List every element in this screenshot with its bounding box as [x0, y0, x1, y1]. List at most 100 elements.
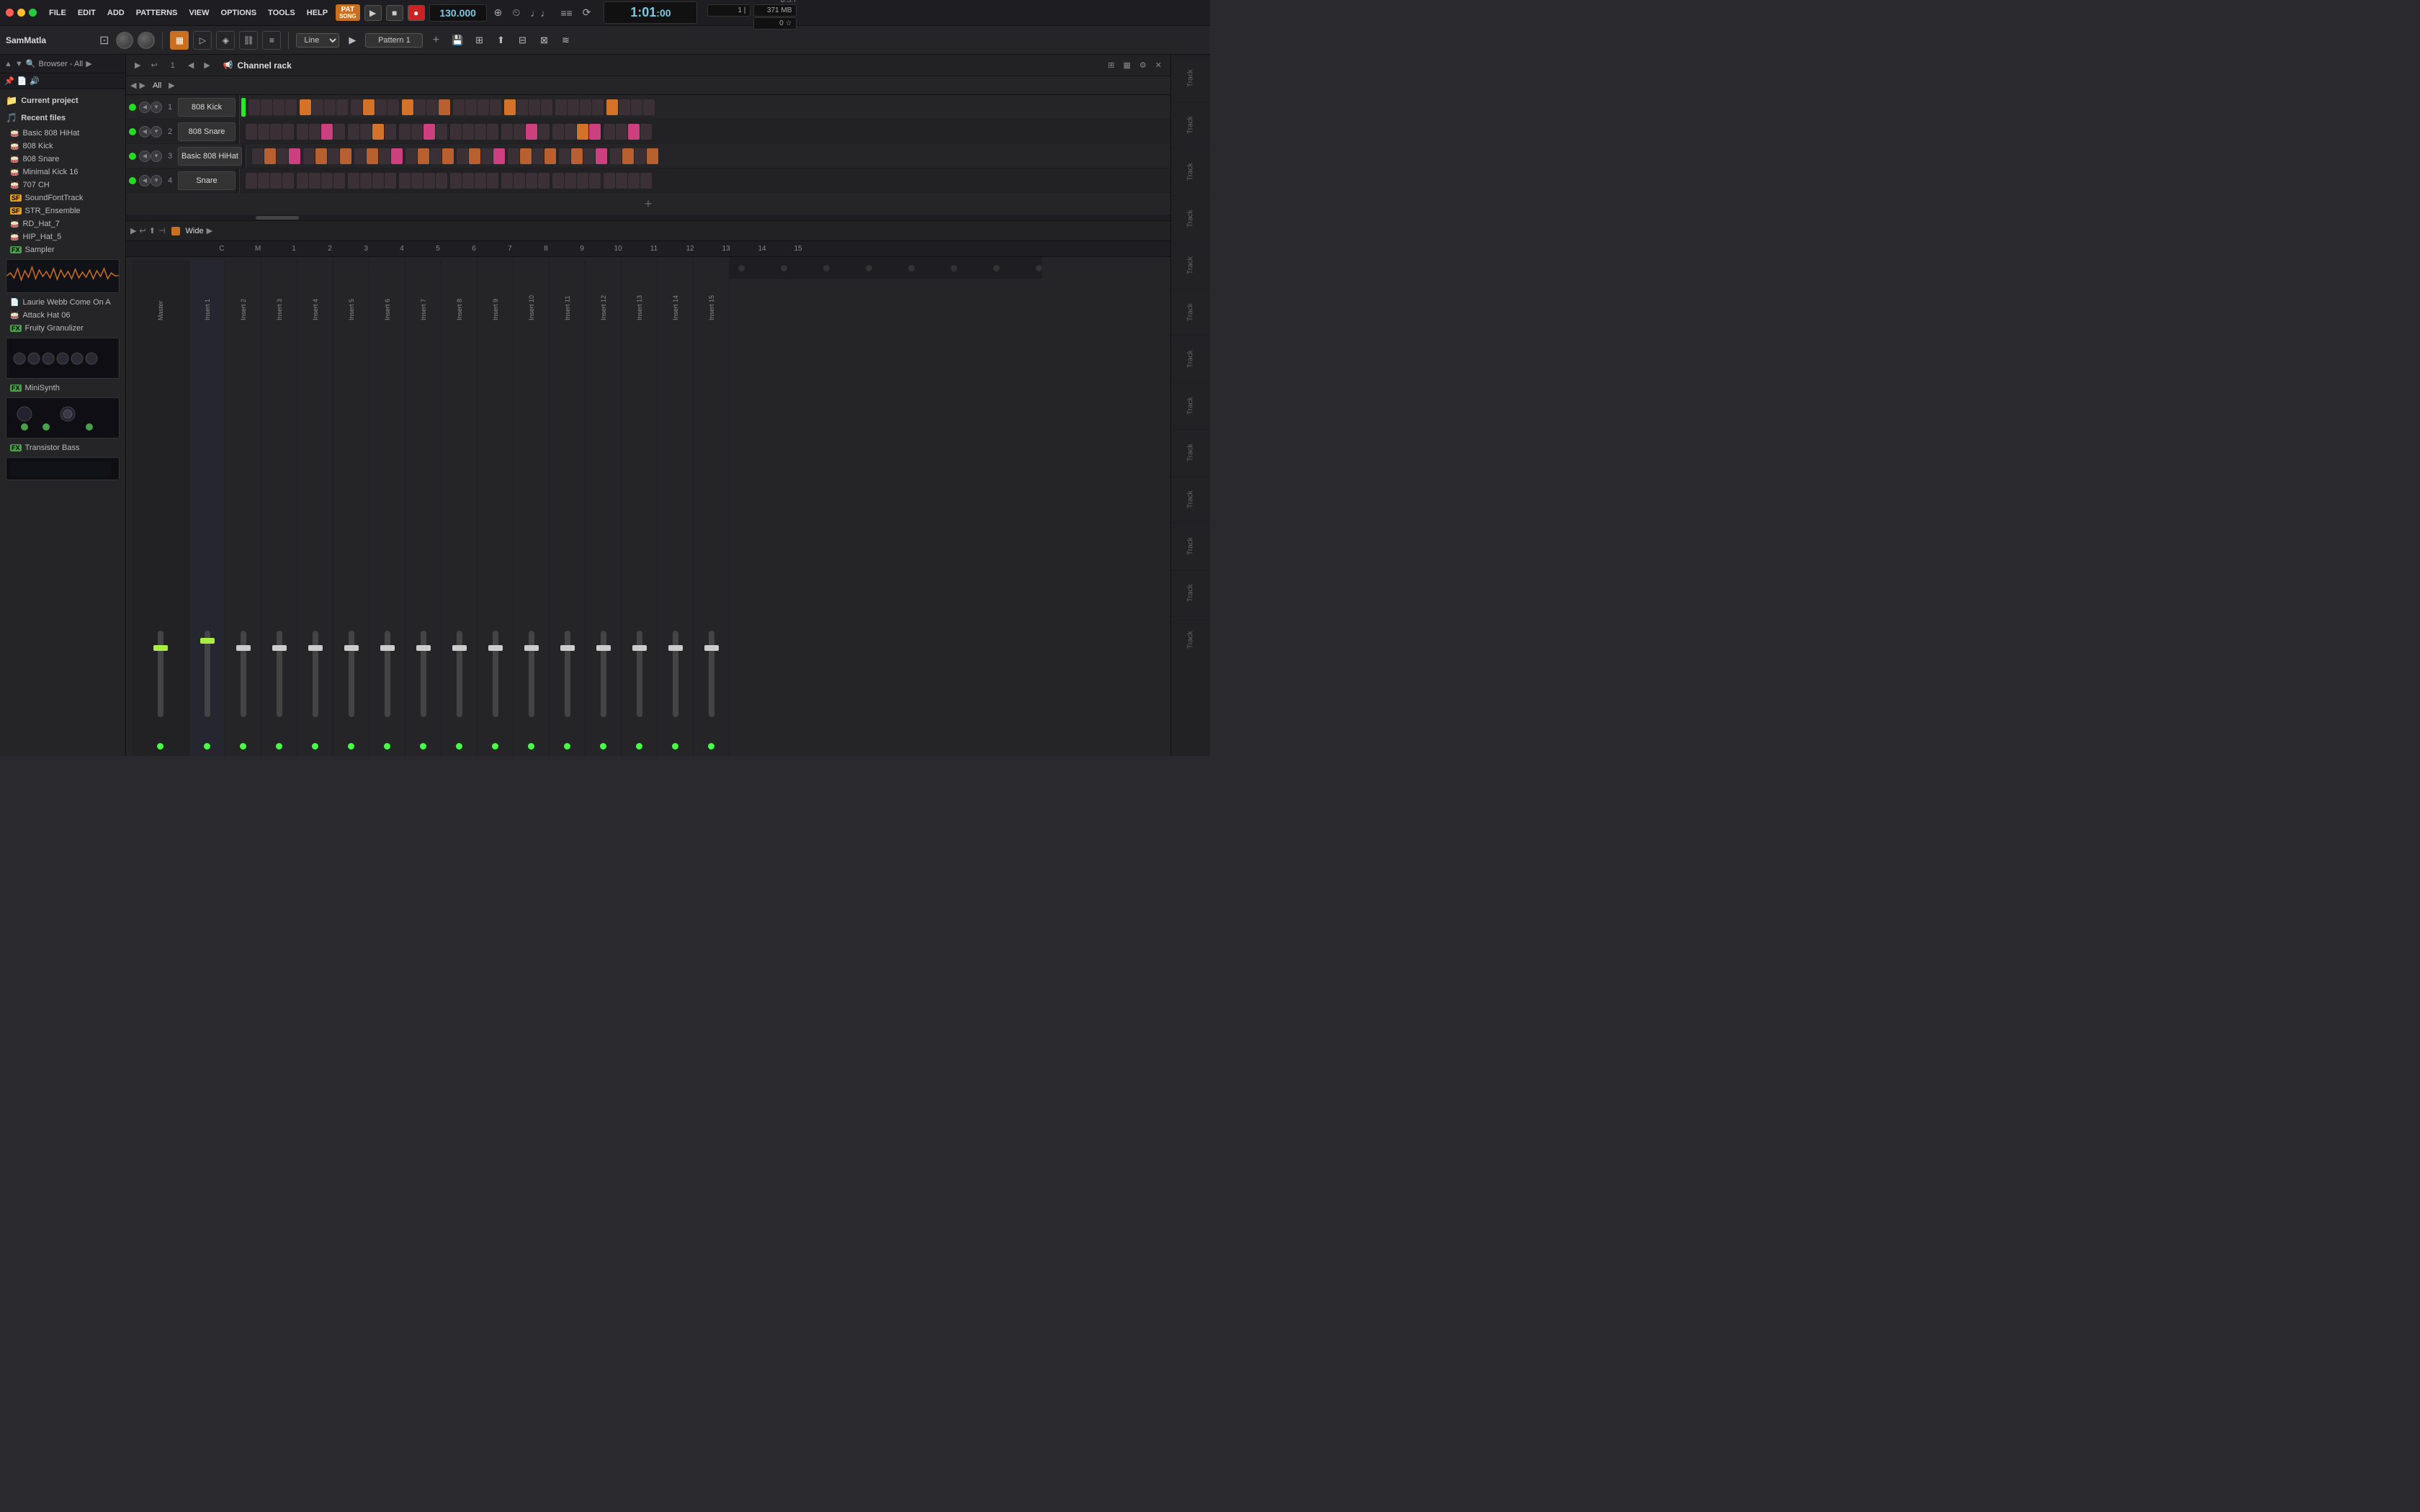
beat-button[interactable] [367, 148, 378, 164]
beat-button[interactable] [248, 99, 260, 115]
mixer-led[interactable] [564, 743, 570, 750]
lower-loop-button[interactable]: ↩ [139, 226, 145, 235]
split-icon[interactable]: ⊟ [514, 32, 531, 49]
file-icon[interactable]: 📄 [17, 76, 27, 86]
beat-button[interactable] [529, 99, 540, 115]
mixer-led-secondary[interactable] [823, 265, 830, 271]
beat-button[interactable] [360, 124, 372, 140]
fader-insert8[interactable] [457, 631, 462, 717]
current-project-item[interactable]: 📁 Current project [0, 92, 125, 109]
beat-button[interactable] [501, 124, 513, 140]
rack-grid-button[interactable]: ▦ [1121, 59, 1134, 71]
fader-insert4[interactable] [313, 631, 318, 717]
channel-solo-kick[interactable]: ▼ [151, 102, 162, 113]
beat-button[interactable] [616, 124, 627, 140]
rack-collapse-button[interactable]: ⊞ [1105, 59, 1117, 71]
beat-button[interactable] [514, 173, 525, 189]
beat-button[interactable] [604, 124, 615, 140]
beat-button[interactable] [541, 99, 552, 115]
stop-button[interactable]: ■ [386, 5, 403, 21]
beat-button[interactable] [321, 173, 333, 189]
beat-button[interactable] [478, 99, 489, 115]
lower-record-button[interactable]: ⬆ [149, 226, 156, 235]
beat-button[interactable] [514, 124, 525, 140]
beat-button[interactable] [289, 148, 300, 164]
beat-button[interactable] [351, 99, 362, 115]
beat-button[interactable] [258, 124, 269, 140]
playlist-button[interactable]: ◈ [216, 31, 235, 50]
list-item[interactable]: 🥁 Basic 808 HiHat [0, 127, 125, 140]
list-item[interactable]: 🥁 808 Kick [0, 140, 125, 153]
channel-rack-button[interactable]: ▦ [170, 31, 189, 50]
list-item[interactable]: 🥁 Minimal Kick 16 [0, 166, 125, 179]
right-track-13[interactable]: Track [1171, 616, 1210, 663]
beat-button[interactable] [309, 173, 321, 189]
mixer-led[interactable] [492, 743, 498, 750]
channel-solo-snare2[interactable]: ▼ [151, 175, 162, 186]
beat-button[interactable] [375, 99, 387, 115]
play-button[interactable]: ▶ [364, 5, 382, 21]
master-volume-knob[interactable] [116, 32, 133, 49]
beat-button[interactable] [462, 173, 474, 189]
lower-end-button[interactable]: ⊣ [158, 226, 166, 235]
beat-button[interactable] [418, 148, 429, 164]
menu-help[interactable]: HELP [303, 7, 331, 19]
beat-button[interactable] [516, 99, 528, 115]
menu-file[interactable]: FILE [45, 7, 70, 19]
beat-button[interactable] [628, 173, 640, 189]
minimize-button[interactable] [17, 9, 25, 17]
mixer-led[interactable] [312, 743, 318, 750]
beat-button[interactable] [457, 148, 468, 164]
beat-button[interactable] [360, 173, 372, 189]
fader-handle-insert13[interactable] [632, 645, 647, 651]
list-item[interactable]: SF SoundFontTrack [0, 192, 125, 204]
browser-button[interactable]: ≡ [262, 31, 281, 50]
beat-button[interactable] [282, 173, 294, 189]
mixer-led-secondary[interactable] [908, 265, 915, 271]
menu-view[interactable]: VIEW [185, 7, 212, 19]
pin-icon[interactable]: 📌 [4, 76, 14, 86]
add-pattern-button[interactable]: + [427, 32, 444, 49]
rack-close-button[interactable]: ✕ [1152, 59, 1165, 71]
beat-button[interactable] [246, 173, 257, 189]
channel-solo-hihat[interactable]: ▼ [151, 150, 162, 162]
fader-handle-insert8[interactable] [452, 645, 467, 651]
pattern-display[interactable]: Pattern 1 [365, 33, 423, 48]
beat-button[interactable] [465, 99, 477, 115]
right-track-7[interactable]: Track [1171, 336, 1210, 382]
beat-button[interactable] [555, 99, 567, 115]
beat-button[interactable] [526, 173, 537, 189]
beat-button[interactable] [436, 173, 447, 189]
beat-button[interactable] [487, 173, 498, 189]
beat-button[interactable] [559, 148, 570, 164]
beat-button[interactable] [430, 148, 442, 164]
beat-button[interactable] [475, 124, 486, 140]
sync-icon[interactable]: ♩♩ [527, 6, 553, 20]
right-track-2[interactable]: Track [1171, 102, 1210, 148]
mixer-led-secondary[interactable] [1036, 265, 1042, 271]
beat-button[interactable] [481, 148, 493, 164]
beat-button[interactable] [565, 124, 576, 140]
mixer-led[interactable] [204, 743, 210, 750]
beat-button[interactable] [285, 99, 297, 115]
rack-settings-button[interactable]: ⚙ [1137, 59, 1150, 71]
beat-button[interactable] [372, 173, 384, 189]
beat-button[interactable] [487, 124, 498, 140]
beat-button[interactable] [354, 148, 366, 164]
beat-button[interactable] [450, 173, 462, 189]
fader-handle-insert9[interactable] [488, 645, 503, 651]
mixer-icon[interactable]: ≡≡ [557, 6, 575, 20]
beat-button[interactable] [596, 148, 607, 164]
list-item[interactable]: 🥁 HIP_Hat_5 [0, 230, 125, 243]
beat-button[interactable] [348, 173, 359, 189]
mixer-led[interactable] [528, 743, 534, 750]
mixer-led-secondary[interactable] [738, 265, 745, 271]
beat-button[interactable] [297, 124, 308, 140]
beat-button[interactable] [532, 148, 544, 164]
beat-button[interactable] [273, 99, 284, 115]
beat-button[interactable] [552, 124, 564, 140]
list-item[interactable]: FX Fruity Granulizer [0, 322, 125, 335]
beat-button[interactable] [411, 173, 423, 189]
fader-handle-insert1[interactable] [200, 638, 215, 644]
beat-button[interactable] [439, 99, 450, 115]
